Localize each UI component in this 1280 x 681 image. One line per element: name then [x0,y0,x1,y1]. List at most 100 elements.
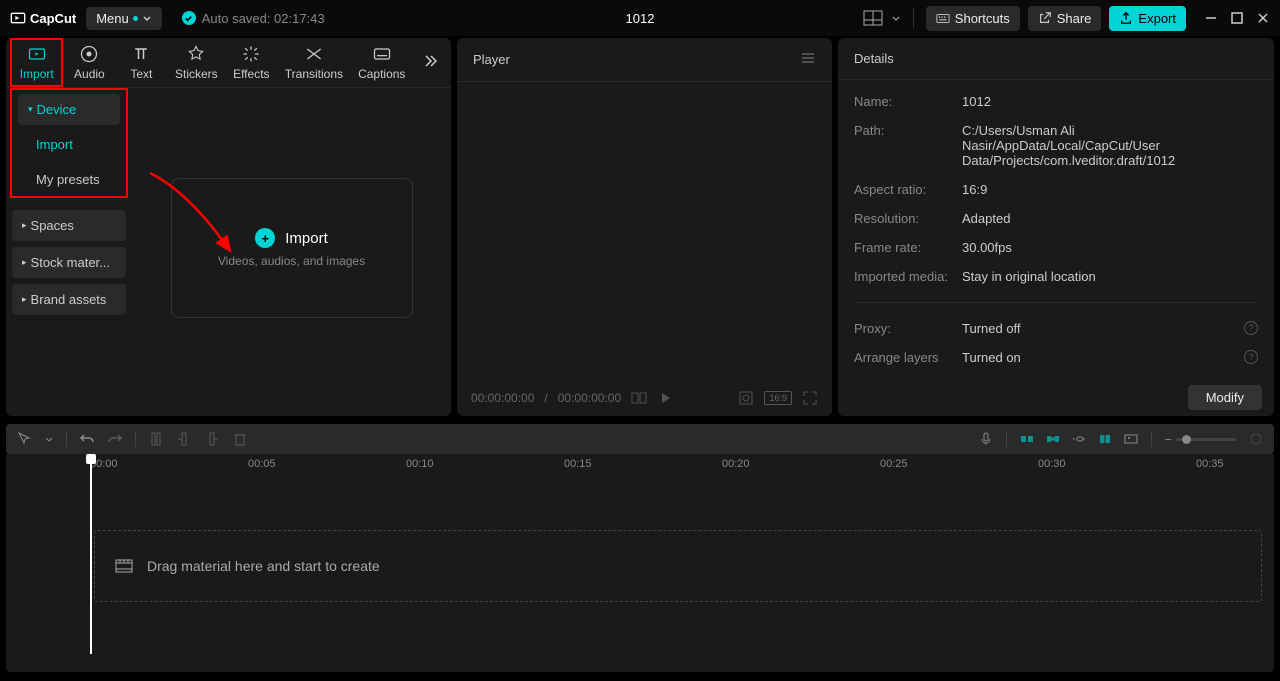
detail-layers-value: Turned on [962,350,1244,365]
share-icon [1038,11,1052,25]
timeline-dropzone[interactable]: Drag material here and start to create [94,530,1262,602]
compare-icon[interactable] [631,390,647,406]
player-controls: 00:00:00:00 / 00:00:00:00 16:9 [457,380,832,416]
chevron-down-icon[interactable] [891,13,901,23]
modify-button[interactable]: Modify [1188,385,1262,410]
tab-text[interactable]: Text [115,40,167,85]
maximize-icon[interactable] [1230,11,1244,25]
zoom-fit-icon[interactable] [1248,431,1264,447]
import-label: Import [285,230,328,247]
player-title: Player [473,52,510,67]
project-title: 1012 [626,11,655,26]
media-panel: Import Audio Text Stickers Effects Trans… [6,38,451,416]
zoom-slider[interactable]: − [1164,432,1236,447]
transitions-icon [304,44,324,64]
caret-down-icon: ▾ [28,104,33,115]
timeline[interactable]: 00:00 00:05 00:10 00:15 00:20 00:25 00:3… [6,454,1274,672]
detail-framerate-value: 30.00fps [962,240,1258,255]
app-name: CapCut [30,11,76,26]
delete-icon[interactable] [232,431,248,447]
text-icon [131,44,151,64]
info-icon[interactable]: ? [1244,321,1258,335]
app-logo: CapCut [10,10,76,26]
import-sidebar: ▾ Device Import My presets [10,88,128,198]
detail-resolution-label: Resolution: [854,211,962,226]
tick-label: 00:25 [880,458,908,470]
caret-right-icon: ▸ [22,294,27,305]
chevron-down-icon[interactable] [44,434,54,444]
shortcuts-button[interactable]: Shortcuts [926,6,1020,31]
player-viewport[interactable] [457,82,832,380]
tab-effects[interactable]: Effects [225,40,277,85]
timeline-ruler[interactable]: 00:00 00:05 00:10 00:15 00:20 00:25 00:3… [84,454,1274,478]
fullscreen-icon[interactable] [802,390,818,406]
sidebar-item-import[interactable]: Import [18,129,120,160]
timeline-toolbar: − [6,424,1274,454]
share-button[interactable]: Share [1028,6,1102,31]
detail-proxy-value: Turned off [962,321,1244,336]
export-button[interactable]: Export [1109,6,1186,31]
player-menu-icon[interactable] [800,51,816,68]
tabs-more[interactable] [413,52,447,73]
import-area: + Import Videos, audios, and images [132,88,451,416]
thumb-icon[interactable] [1123,431,1139,447]
tab-captions[interactable]: Captions [350,40,413,85]
tab-audio[interactable]: Audio [63,40,115,85]
time-total: 00:00:00:00 [558,391,621,405]
sidebar-item-device[interactable]: ▾ Device [18,94,120,125]
plus-icon: + [255,228,275,248]
undo-icon[interactable] [79,431,95,447]
minimize-icon[interactable] [1204,11,1218,25]
audio-icon [79,44,99,64]
detail-proxy-label: Proxy: [854,321,962,336]
titlebar: CapCut Menu Auto saved: 02:17:43 1012 Sh… [0,0,1280,36]
detail-aspect-label: Aspect ratio: [854,182,962,197]
snap-icon[interactable] [1019,431,1035,447]
close-icon[interactable] [1256,11,1270,25]
detail-imported-value: Stay in original location [962,269,1258,284]
sidebar-item-presets[interactable]: My presets [18,164,120,195]
sidebar-item-stock[interactable]: ▸ Stock mater... [12,247,126,278]
play-icon[interactable] [657,390,673,406]
check-icon [182,11,196,25]
drag-text: Drag material here and start to create [147,558,380,574]
effects-icon [241,44,261,64]
preview-icon[interactable] [1097,431,1113,447]
sidebar-item-spaces[interactable]: ▸ Spaces [12,210,126,241]
split-icon[interactable] [148,431,164,447]
caret-right-icon: ▸ [22,257,27,268]
ratio-badge[interactable]: 16:9 [764,391,792,405]
tab-transitions[interactable]: Transitions [277,40,350,85]
layout-icon[interactable] [863,10,883,26]
media-tabs: Import Audio Text Stickers Effects Trans… [6,38,451,88]
tab-import[interactable]: Import [10,38,63,87]
link-icon[interactable] [1071,431,1087,447]
redo-icon[interactable] [107,431,123,447]
tick-label: 00:20 [722,458,750,470]
detail-name-value: 1012 [962,94,1258,109]
keyboard-icon [936,11,950,25]
details-panel: Details Name:1012 Path:C:/Users/Usman Al… [838,38,1274,416]
caret-right-icon: ▸ [22,220,27,231]
capcut-logo-icon [10,10,26,26]
sidebar-item-brand[interactable]: ▸ Brand assets [12,284,126,315]
export-icon [1119,11,1133,25]
scale-icon[interactable] [738,390,754,406]
info-icon[interactable]: ? [1244,350,1258,364]
player-panel: Player 00:00:00:00 / 00:00:00:00 16:9 [457,38,832,416]
time-current: 00:00:00:00 [471,391,534,405]
detail-path-value: C:/Users/Usman Ali Nasir/AppData/Local/C… [962,123,1258,168]
pointer-icon[interactable] [16,431,32,447]
playhead[interactable] [90,454,92,654]
magnet-icon[interactable] [1045,431,1061,447]
details-title: Details [854,51,894,66]
mic-icon[interactable] [978,431,994,447]
tab-stickers[interactable]: Stickers [167,40,225,85]
menu-dot-icon [133,16,138,21]
cut-right-icon[interactable] [204,431,220,447]
detail-imported-label: Imported media: [854,269,962,284]
menu-button[interactable]: Menu [86,7,162,30]
cut-left-icon[interactable] [176,431,192,447]
chevrons-right-icon [421,52,439,70]
tick-label: 00:35 [1196,458,1224,470]
